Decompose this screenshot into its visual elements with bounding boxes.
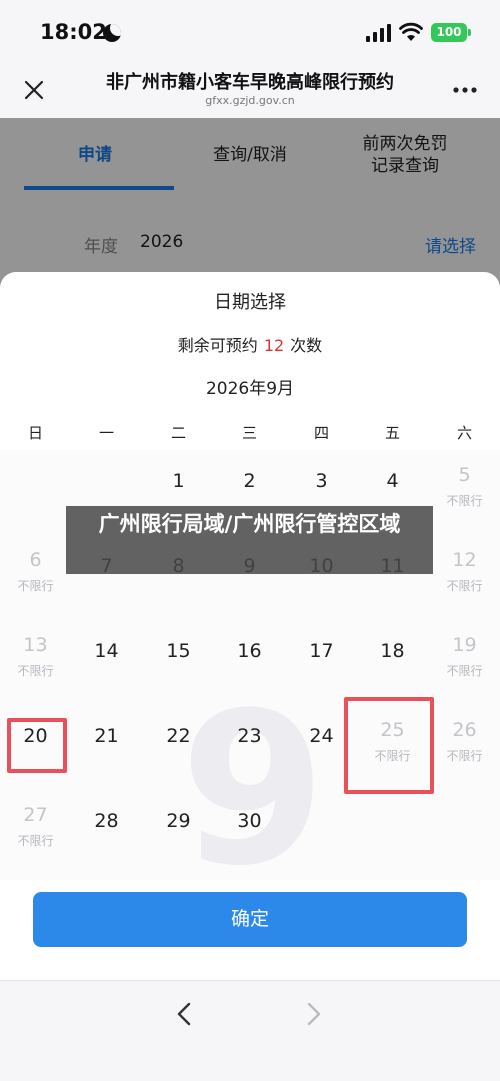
calendar-day-30[interactable]: 30 [214, 790, 285, 874]
calendar-day-22[interactable]: 22 [143, 705, 214, 789]
calendar-day-18[interactable]: 18 [357, 620, 428, 704]
more-icon[interactable] [452, 86, 478, 94]
day-number: 19 [452, 634, 477, 656]
watermark-text: 广州限行局域/广州限行管控区域 [98, 512, 401, 536]
day-number: 30 [237, 810, 262, 832]
calendar-day-21[interactable]: 21 [71, 705, 142, 789]
day-number: 16 [237, 640, 262, 662]
signal-icon [366, 24, 392, 42]
remaining-suffix: 次数 [290, 336, 323, 355]
day-status-label: 不限行 [446, 494, 483, 508]
day-number: 26 [452, 719, 477, 741]
wifi-icon [399, 22, 423, 41]
day-number: 15 [166, 640, 191, 662]
battery-icon: 100 [431, 23, 471, 42]
nav-bar: 非广州市籍小客车早晚高峰限行预约 gfxx.gzjd.gov.cn [0, 62, 500, 118]
calendar-day-17[interactable]: 17 [286, 620, 357, 704]
back-icon[interactable] [172, 999, 196, 1029]
calendar-day-23[interactable]: 23 [214, 705, 285, 789]
moon-icon [103, 24, 121, 42]
day-number: 21 [94, 725, 119, 747]
month-title: 2026年9月 [205, 379, 295, 399]
weekday-fri: 五 [384, 424, 400, 442]
day-number: 28 [94, 810, 119, 832]
weekday-thu: 四 [313, 424, 329, 442]
highlight-box-25 [344, 697, 434, 794]
day-number: 13 [23, 634, 48, 656]
day-number: 29 [166, 810, 191, 832]
status-bar: 18:02 100 [0, 0, 500, 62]
day-number: 22 [166, 725, 191, 747]
calendar-day-14[interactable]: 14 [71, 620, 142, 704]
calendar-day-28[interactable]: 28 [71, 790, 142, 874]
weekday-sun: 日 [27, 424, 43, 442]
day-number: 14 [94, 640, 119, 662]
forward-icon[interactable] [302, 999, 326, 1029]
day-number: 23 [237, 725, 262, 747]
highlight-box-20 [7, 718, 67, 773]
day-status-label: 不限行 [446, 579, 483, 593]
day-number: 1 [172, 470, 185, 492]
weekday-wed: 三 [241, 424, 257, 442]
day-number: 12 [452, 549, 477, 571]
day-status-label: 不限行 [17, 579, 54, 593]
remaining-count: 12 [263, 336, 285, 355]
calendar-day-6: 6 不限行 [0, 535, 71, 619]
calendar-day-16[interactable]: 16 [214, 620, 285, 704]
weekday-header: 日 一 二 三 四 五 六 [0, 414, 500, 450]
calendar-day-13: 13 不限行 [0, 620, 71, 704]
calendar-day-12: 12 不限行 [429, 535, 500, 619]
calendar-day-26: 26 不限行 [429, 705, 500, 789]
sheet-title: 日期选择 [214, 292, 286, 313]
calendar-day-15[interactable]: 15 [143, 620, 214, 704]
day-status-label: 不限行 [446, 664, 483, 678]
status-time: 18:02 [40, 20, 107, 44]
remaining-count-text: 剩余可预约 12 次数 [0, 332, 500, 356]
day-number: 6 [29, 549, 42, 571]
day-status-label: 不限行 [446, 749, 483, 763]
day-number: 4 [386, 470, 399, 492]
date-picker-sheet: 日期选择 剩余可预约 12 次数 2026年9月 日 一 二 三 四 五 六 9 1… [0, 272, 500, 1081]
page-title: 非广州市籍小客车早晚高峰限行预约 [106, 72, 394, 93]
weekday-sat: 六 [456, 424, 472, 442]
day-status-label: 不限行 [17, 834, 54, 848]
day-status-label: 不限行 [17, 664, 54, 678]
confirm-button[interactable]: 确定 [33, 892, 467, 947]
day-number: 17 [309, 640, 334, 662]
calendar-day-29[interactable]: 29 [143, 790, 214, 874]
day-number: 5 [458, 464, 471, 486]
day-number: 2 [243, 470, 256, 492]
calendar-day-27: 27 不限行 [0, 790, 71, 874]
day-number: 27 [23, 804, 48, 826]
day-number: 3 [315, 470, 328, 492]
calendar-day-5: 5 不限行 [429, 450, 500, 534]
calendar-day-19: 19 不限行 [429, 620, 500, 704]
browser-bottom-bar [0, 980, 500, 1081]
page-url: gfxx.gzjd.gov.cn [205, 94, 295, 107]
close-icon[interactable] [22, 78, 46, 102]
weekday-mon: 一 [98, 424, 114, 442]
remaining-prefix: 剩余可预约 [177, 336, 258, 355]
day-number: 18 [380, 640, 405, 662]
watermark-banner: 广州限行局域/广州限行管控区域 [66, 506, 433, 574]
weekday-tue: 二 [170, 424, 186, 442]
